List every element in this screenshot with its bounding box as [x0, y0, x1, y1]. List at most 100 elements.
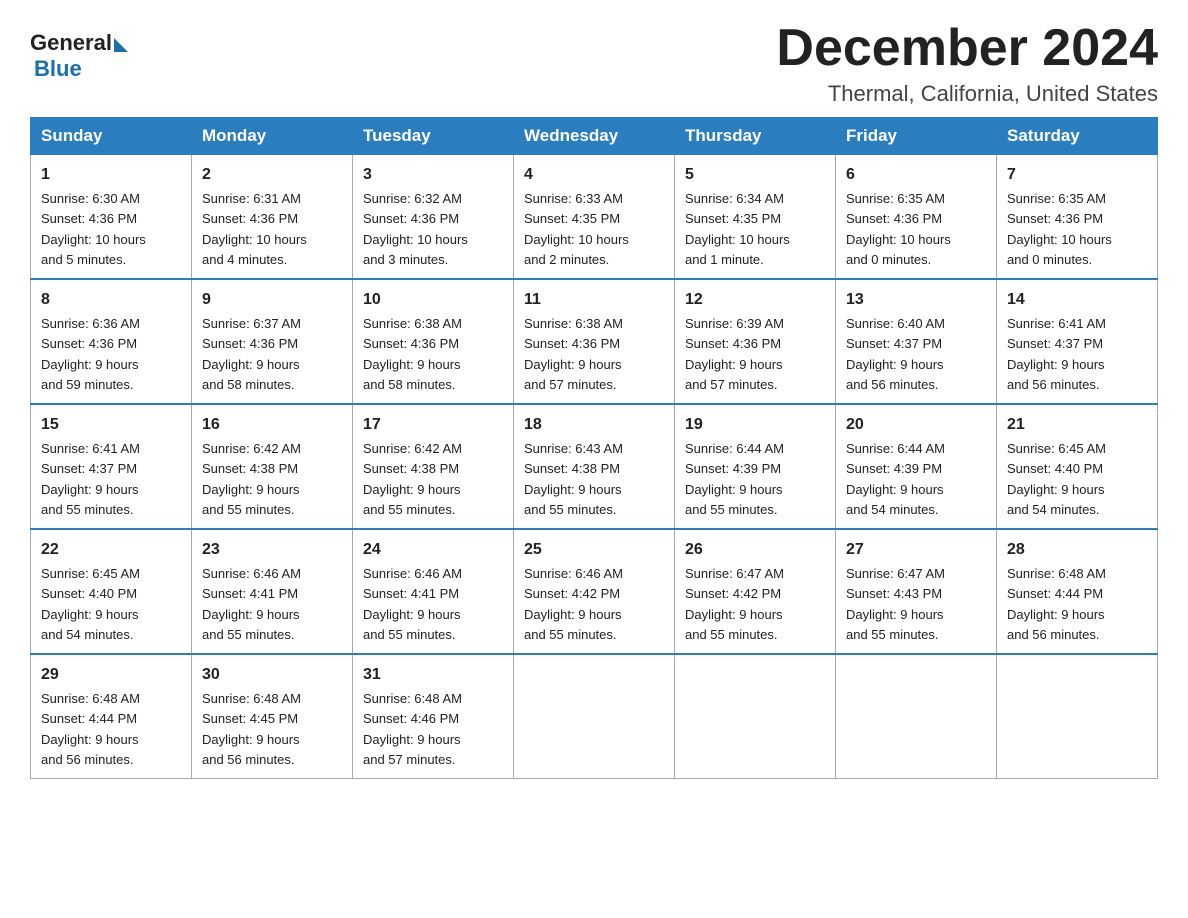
- calendar-cell: 31 Sunrise: 6:48 AMSunset: 4:46 PMDayligh…: [353, 654, 514, 779]
- week-row-1: 1 Sunrise: 6:30 AMSunset: 4:36 PMDaylight…: [31, 155, 1158, 280]
- calendar-cell: 3Sunrise: 6:32 AMSunset: 4:36 PMDaylight…: [353, 155, 514, 280]
- day-number: 11: [524, 288, 664, 312]
- weekday-header-sunday: Sunday: [31, 118, 192, 155]
- calendar-cell: 19 Sunrise: 6:44 AMSunset: 4:39 PMDayligh…: [675, 404, 836, 529]
- day-info: Sunrise: 6:47 AMSunset: 4:42 PMDaylight:…: [685, 566, 784, 642]
- day-info: Sunrise: 6:47 AMSunset: 4:43 PMDaylight:…: [846, 566, 945, 642]
- day-number: 24: [363, 538, 503, 562]
- weekday-header-saturday: Saturday: [997, 118, 1158, 155]
- day-number: 18: [524, 413, 664, 437]
- calendar-cell: 1 Sunrise: 6:30 AMSunset: 4:36 PMDaylight…: [31, 155, 192, 280]
- day-number: 25: [524, 538, 664, 562]
- calendar-cell: 20Sunrise: 6:44 AMSunset: 4:39 PMDayligh…: [836, 404, 997, 529]
- calendar-cell: 9 Sunrise: 6:37 AMSunset: 4:36 PMDaylight…: [192, 279, 353, 404]
- day-number: 6: [846, 163, 986, 187]
- day-number: 10: [363, 288, 503, 312]
- calendar-cell: 22 Sunrise: 6:45 AMSunset: 4:40 PMDayligh…: [31, 529, 192, 654]
- logo-blue-text: Blue: [34, 56, 82, 82]
- day-info: Sunrise: 6:30 AMSunset: 4:36 PMDaylight:…: [41, 191, 146, 267]
- day-number: 3: [363, 163, 503, 187]
- week-row-5: 29Sunrise: 6:48 AMSunset: 4:44 PMDayligh…: [31, 654, 1158, 779]
- day-number: 14: [1007, 288, 1147, 312]
- day-info: Sunrise: 6:37 AMSunset: 4:36 PMDaylight:…: [202, 316, 301, 392]
- calendar-cell: 28Sunrise: 6:48 AMSunset: 4:44 PMDayligh…: [997, 529, 1158, 654]
- day-number: 31: [363, 663, 503, 687]
- calendar-cell: 5 Sunrise: 6:34 AMSunset: 4:35 PMDaylight…: [675, 155, 836, 280]
- day-info: Sunrise: 6:46 AMSunset: 4:42 PMDaylight:…: [524, 566, 623, 642]
- calendar-cell: 25 Sunrise: 6:46 AMSunset: 4:42 PMDayligh…: [514, 529, 675, 654]
- calendar-cell: [514, 654, 675, 779]
- day-info: Sunrise: 6:41 AMSunset: 4:37 PMDaylight:…: [41, 441, 140, 517]
- weekday-header-monday: Monday: [192, 118, 353, 155]
- day-info: Sunrise: 6:46 AMSunset: 4:41 PMDaylight:…: [363, 566, 462, 642]
- day-info: Sunrise: 6:33 AMSunset: 4:35 PMDaylight:…: [524, 191, 629, 267]
- title-block: December 2024 Thermal, California, Unite…: [776, 20, 1158, 107]
- day-info: Sunrise: 6:40 AMSunset: 4:37 PMDaylight:…: [846, 316, 945, 392]
- day-number: 30: [202, 663, 342, 687]
- calendar-cell: 17Sunrise: 6:42 AMSunset: 4:38 PMDayligh…: [353, 404, 514, 529]
- day-number: 27: [846, 538, 986, 562]
- weekday-header-row: SundayMondayTuesdayWednesdayThursdayFrid…: [31, 118, 1158, 155]
- day-number: 5: [685, 163, 825, 187]
- calendar-cell: 14 Sunrise: 6:41 AMSunset: 4:37 PMDayligh…: [997, 279, 1158, 404]
- day-info: Sunrise: 6:45 AMSunset: 4:40 PMDaylight:…: [1007, 441, 1106, 517]
- day-number: 22: [41, 538, 181, 562]
- weekday-header-wednesday: Wednesday: [514, 118, 675, 155]
- logo-triangle-icon: [114, 38, 128, 52]
- weekday-header-tuesday: Tuesday: [353, 118, 514, 155]
- week-row-2: 8 Sunrise: 6:36 AMSunset: 4:36 PMDaylight…: [31, 279, 1158, 404]
- calendar-cell: 18Sunrise: 6:43 AMSunset: 4:38 PMDayligh…: [514, 404, 675, 529]
- calendar-cell: 24 Sunrise: 6:46 AMSunset: 4:41 PMDayligh…: [353, 529, 514, 654]
- day-number: 13: [846, 288, 986, 312]
- week-row-3: 15 Sunrise: 6:41 AMSunset: 4:37 PMDayligh…: [31, 404, 1158, 529]
- day-number: 19: [685, 413, 825, 437]
- calendar-cell: 23 Sunrise: 6:46 AMSunset: 4:41 PMDayligh…: [192, 529, 353, 654]
- day-number: 15: [41, 413, 181, 437]
- day-info: Sunrise: 6:46 AMSunset: 4:41 PMDaylight:…: [202, 566, 301, 642]
- calendar-cell: 29Sunrise: 6:48 AMSunset: 4:44 PMDayligh…: [31, 654, 192, 779]
- day-info: Sunrise: 6:41 AMSunset: 4:37 PMDaylight:…: [1007, 316, 1106, 392]
- day-number: 9: [202, 288, 342, 312]
- day-number: 2: [202, 163, 342, 187]
- day-number: 21: [1007, 413, 1147, 437]
- page-header: General Blue December 2024 Thermal, Cali…: [30, 20, 1158, 107]
- calendar-cell: 8 Sunrise: 6:36 AMSunset: 4:36 PMDaylight…: [31, 279, 192, 404]
- day-number: 12: [685, 288, 825, 312]
- day-info: Sunrise: 6:45 AMSunset: 4:40 PMDaylight:…: [41, 566, 140, 642]
- day-info: Sunrise: 6:42 AMSunset: 4:38 PMDaylight:…: [363, 441, 462, 517]
- day-info: Sunrise: 6:39 AMSunset: 4:36 PMDaylight:…: [685, 316, 784, 392]
- calendar-table: SundayMondayTuesdayWednesdayThursdayFrid…: [30, 117, 1158, 779]
- calendar-cell: 10Sunrise: 6:38 AMSunset: 4:36 PMDayligh…: [353, 279, 514, 404]
- calendar-cell: 7 Sunrise: 6:35 AMSunset: 4:36 PMDaylight…: [997, 155, 1158, 280]
- calendar-cell: 26 Sunrise: 6:47 AMSunset: 4:42 PMDayligh…: [675, 529, 836, 654]
- location-title: Thermal, California, United States: [776, 81, 1158, 107]
- day-info: Sunrise: 6:42 AMSunset: 4:38 PMDaylight:…: [202, 441, 301, 517]
- day-number: 1: [41, 163, 181, 187]
- day-info: Sunrise: 6:48 AMSunset: 4:44 PMDaylight:…: [41, 691, 140, 767]
- day-info: Sunrise: 6:34 AMSunset: 4:35 PMDaylight:…: [685, 191, 790, 267]
- day-number: 20: [846, 413, 986, 437]
- day-info: Sunrise: 6:44 AMSunset: 4:39 PMDaylight:…: [685, 441, 784, 517]
- calendar-cell: 30 Sunrise: 6:48 AMSunset: 4:45 PMDayligh…: [192, 654, 353, 779]
- calendar-cell: [836, 654, 997, 779]
- day-number: 7: [1007, 163, 1147, 187]
- calendar-cell: 15 Sunrise: 6:41 AMSunset: 4:37 PMDayligh…: [31, 404, 192, 529]
- calendar-cell: 2 Sunrise: 6:31 AMSunset: 4:36 PMDaylight…: [192, 155, 353, 280]
- logo-general-text: General: [30, 30, 112, 56]
- day-info: Sunrise: 6:35 AMSunset: 4:36 PMDaylight:…: [1007, 191, 1112, 267]
- calendar-cell: [997, 654, 1158, 779]
- month-title: December 2024: [776, 20, 1158, 77]
- day-number: 26: [685, 538, 825, 562]
- week-row-4: 22 Sunrise: 6:45 AMSunset: 4:40 PMDayligh…: [31, 529, 1158, 654]
- day-info: Sunrise: 6:48 AMSunset: 4:45 PMDaylight:…: [202, 691, 301, 767]
- day-info: Sunrise: 6:31 AMSunset: 4:36 PMDaylight:…: [202, 191, 307, 267]
- day-info: Sunrise: 6:48 AMSunset: 4:46 PMDaylight:…: [363, 691, 462, 767]
- logo: General Blue: [30, 30, 128, 82]
- calendar-cell: 11Sunrise: 6:38 AMSunset: 4:36 PMDayligh…: [514, 279, 675, 404]
- day-number: 8: [41, 288, 181, 312]
- calendar-cell: 13 Sunrise: 6:40 AMSunset: 4:37 PMDayligh…: [836, 279, 997, 404]
- day-info: Sunrise: 6:36 AMSunset: 4:36 PMDaylight:…: [41, 316, 140, 392]
- day-number: 16: [202, 413, 342, 437]
- calendar-cell: 4Sunrise: 6:33 AMSunset: 4:35 PMDaylight…: [514, 155, 675, 280]
- day-number: 23: [202, 538, 342, 562]
